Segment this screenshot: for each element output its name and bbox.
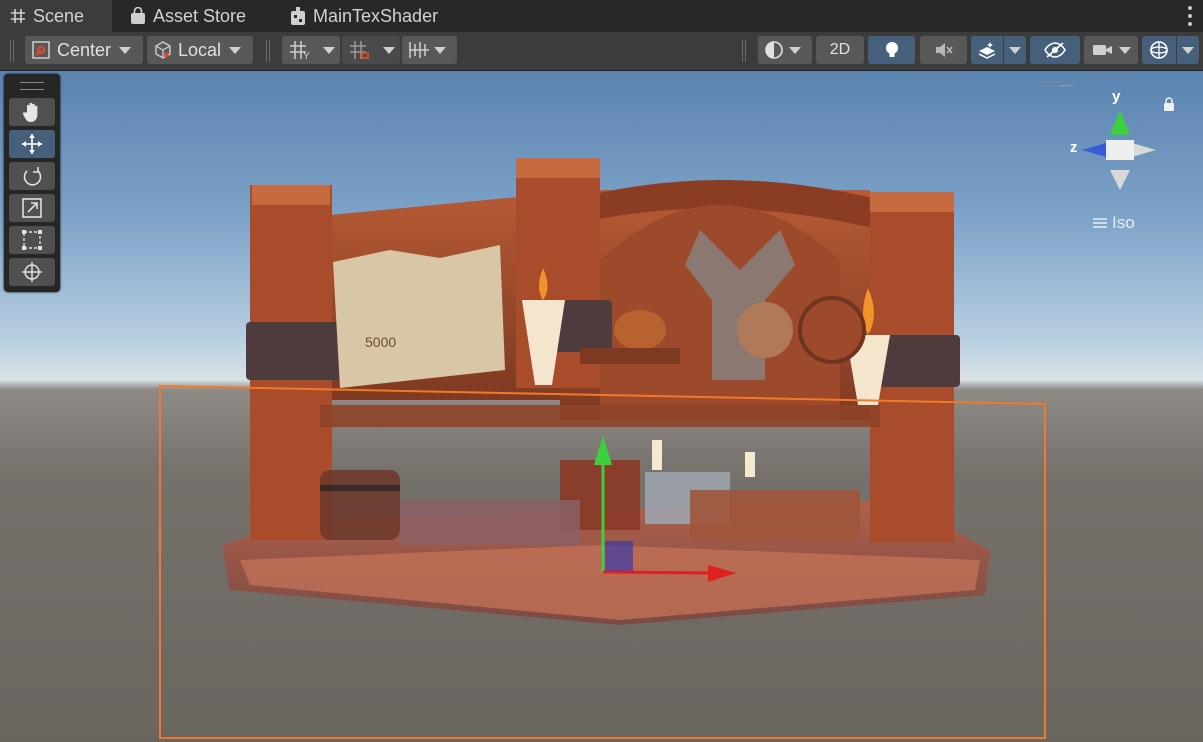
neg-y-axis-cone	[1110, 170, 1130, 190]
camera-icon	[1092, 42, 1114, 58]
chevron-down-icon	[323, 46, 335, 54]
svg-text:Y: Y	[303, 51, 310, 60]
pivot-mode-dropdown[interactable]: Center	[25, 36, 143, 64]
grid-visibility-button[interactable]: Y	[282, 36, 318, 64]
gizmo-sphere-icon	[1148, 39, 1170, 61]
x-axis-handle	[602, 570, 711, 575]
scene-toolbar: Center Local Y 2D	[0, 32, 1203, 71]
transform-tool-button[interactable]	[9, 258, 55, 286]
rotate-tool-button[interactable]	[9, 162, 55, 190]
grid-hash-icon	[10, 8, 26, 24]
scale-tool-button[interactable]	[9, 194, 55, 222]
toggle-2d-button[interactable]: 2D	[816, 36, 864, 64]
camera-settings-dropdown[interactable]	[1084, 36, 1138, 64]
tab-label: Asset Store	[153, 5, 247, 26]
gizmos-dropdown[interactable]	[1177, 36, 1199, 64]
pivot-mode-label: Center	[57, 39, 112, 60]
neg-x-axis-cone	[1132, 143, 1156, 157]
tab-label: Scene	[33, 5, 85, 26]
draw-mode-dropdown[interactable]	[758, 36, 812, 64]
rect-tool-button[interactable]	[9, 226, 55, 254]
tab-scene[interactable]: Scene	[0, 0, 112, 32]
toolbar-grip[interactable]	[742, 40, 746, 62]
grid-options-dropdown[interactable]	[318, 36, 340, 64]
toolbar-grip[interactable]	[266, 40, 270, 62]
rotate-icon	[21, 165, 43, 187]
toolbar-grip[interactable]	[10, 40, 14, 62]
move-gizmo[interactable]	[0, 71, 1203, 742]
projection-toggle[interactable]: Iso	[1092, 213, 1135, 233]
projection-label: Iso	[1112, 213, 1135, 232]
gizmo-y-label: y	[1112, 88, 1121, 105]
increment-snap-dropdown[interactable]	[402, 36, 457, 64]
increment-snap-icon	[408, 40, 430, 60]
x-axis-arrow	[708, 565, 736, 582]
scene-lighting-button[interactable]	[868, 36, 915, 64]
more-options-icon[interactable]	[1187, 6, 1193, 26]
light-bulb-icon	[883, 40, 901, 60]
tools-overlay	[4, 74, 60, 292]
local-cube-icon	[153, 40, 173, 60]
chevron-down-icon	[1009, 46, 1021, 54]
scene-viewport[interactable]: 5000	[0, 71, 1203, 742]
scene-audio-button[interactable]	[920, 36, 967, 64]
shaded-sphere-icon	[764, 40, 784, 60]
chevron-down-icon	[229, 46, 242, 54]
gizmo-drag-handle[interactable]	[1042, 81, 1064, 87]
chevron-down-icon	[1182, 46, 1194, 54]
shopping-bag-icon	[130, 7, 146, 25]
view-tool-button[interactable]	[9, 98, 55, 126]
y-axis-cone	[1110, 110, 1130, 135]
gizmo-z-label: z	[1070, 139, 1078, 156]
chevron-down-icon	[434, 46, 446, 54]
snap-options-dropdown[interactable]	[378, 36, 400, 64]
scene-effects-button[interactable]	[971, 36, 1003, 64]
scale-icon	[21, 197, 43, 219]
grid-axis-icon: Y	[289, 40, 311, 60]
rect-transform-icon	[21, 229, 43, 251]
eye-hidden-icon	[1043, 41, 1067, 59]
chevron-down-icon	[789, 46, 801, 54]
hand-icon	[21, 101, 43, 123]
pivot-center-icon	[31, 40, 51, 60]
chevron-down-icon	[1119, 46, 1131, 54]
move-arrows-icon	[21, 133, 43, 155]
tab-label: MainTexShader	[313, 5, 439, 26]
snap-to-grid-button[interactable]	[342, 36, 378, 64]
pivot-rotation-label: Local	[178, 39, 222, 60]
overlay-drag-handle[interactable]	[20, 82, 44, 90]
scene-visibility-button[interactable]	[1030, 36, 1080, 64]
chevron-down-icon	[383, 46, 395, 54]
tab-asset-store[interactable]: Asset Store	[130, 0, 246, 32]
gizmos-button[interactable]	[1142, 36, 1176, 64]
menu-lines-icon	[1092, 217, 1108, 229]
tab-maintexshader[interactable]: MainTexShader	[290, 0, 438, 32]
gizmo-center-cube	[1106, 140, 1134, 160]
toggle-2d-label: 2D	[829, 41, 851, 58]
tab-bar: Scene Asset Store MainTexShader	[0, 0, 1203, 33]
y-axis-arrow	[594, 436, 612, 465]
transform-icon	[21, 261, 43, 283]
audio-mute-icon	[934, 41, 954, 59]
z-axis-cone	[1082, 143, 1106, 157]
xy-plane-handle	[605, 541, 633, 571]
scene-effects-dropdown[interactable]	[1004, 36, 1026, 64]
pivot-rotation-dropdown[interactable]: Local	[147, 36, 253, 64]
lock-icon[interactable]	[1163, 97, 1175, 116]
move-tool-button[interactable]	[9, 130, 55, 158]
shader-graph-icon	[290, 6, 306, 26]
layers-effects-icon	[977, 41, 997, 59]
chevron-down-icon	[119, 46, 132, 54]
grid-snap-icon	[349, 40, 371, 60]
